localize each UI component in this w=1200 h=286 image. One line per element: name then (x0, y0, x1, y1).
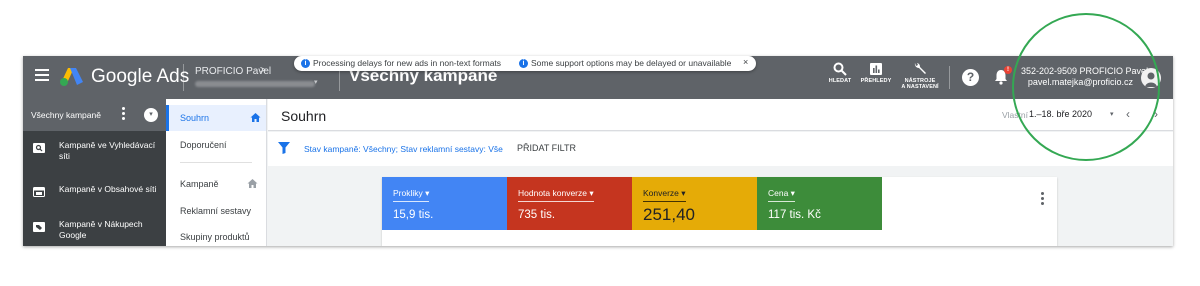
help-icon[interactable]: ? (962, 69, 979, 86)
sidebar-header: Všechny kampaně ▾ (23, 99, 166, 131)
reports-icon (870, 63, 882, 75)
metric-selector[interactable]: Konverze ▾ (643, 188, 686, 202)
metric-card-cost[interactable]: Cena ▾ 117 tis. Kč (757, 177, 882, 230)
shopping-tag-icon (33, 222, 45, 232)
page-menu-item-ad-groups[interactable]: Reklamní sestavy (166, 198, 266, 224)
home-icon (247, 179, 258, 188)
performance-scorecards: Prokliky ▾ 15,9 tis. Hodnota konverze ▾ … (382, 177, 1057, 246)
home-icon (250, 113, 261, 122)
notice-banner: i Processing delays for new ads in non-t… (294, 56, 756, 71)
google-ads-window: Google Ads PROFICIO Pavel > ▾ Všechny ka… (23, 56, 1173, 246)
metric-value: 735 tis. (518, 209, 556, 221)
blurred-account-id (195, 81, 315, 87)
divider (949, 66, 950, 89)
page-menu-item-label: Souhrn (180, 113, 210, 123)
menu-icon[interactable] (35, 69, 49, 81)
page-menu-item-product-groups[interactable]: Skupiny produktů (166, 224, 266, 246)
sidebar-item-shopping-campaigns[interactable]: Kampaně v Nákupech Google (23, 219, 166, 246)
info-icon: i (519, 59, 528, 68)
more-options-icon[interactable] (120, 107, 126, 123)
page-menu-item-label: Reklamní sestavy (180, 206, 252, 216)
tools-label-2: A NASTAVENÍ (901, 84, 939, 90)
divider (183, 64, 184, 91)
active-filters[interactable]: Stav kampaně: Všechny; Stav reklamní ses… (304, 144, 503, 154)
sidebar-item-label: Kampaně v Nákupech Google (59, 219, 143, 240)
metric-value: 117 tis. Kč (768, 209, 821, 221)
page-menu-item-label: Skupiny produktů (180, 232, 250, 242)
page-menu-item-label: Doporučení (180, 140, 227, 150)
search-label: HLEDAT (828, 78, 852, 84)
brand-name[interactable]: Google Ads (91, 66, 189, 88)
account-dropdown-icon[interactable]: ▾ (314, 78, 318, 86)
sidebar-title[interactable]: Všechny kampaně (31, 110, 101, 120)
more-options-icon[interactable] (1041, 192, 1045, 206)
chevron-right-icon: > (260, 65, 266, 76)
divider (180, 162, 252, 163)
close-icon[interactable]: × (743, 57, 748, 67)
metric-selector[interactable]: Cena ▾ (768, 188, 795, 202)
sidebar-item-display-campaigns[interactable]: Kampaně v Obsahové síti (23, 184, 166, 214)
sidebar-item-label: Kampaně ve Vyhledávací síti (59, 140, 156, 161)
search-network-icon (33, 143, 45, 153)
page-menu-item-campaigns[interactable]: Kampaně (166, 171, 266, 197)
metric-card-conversions[interactable]: Konverze ▾ 251,40 (632, 177, 757, 230)
page-menu-item-overview[interactable]: Souhrn (166, 105, 266, 131)
metric-value: 15,9 tis. (393, 209, 434, 221)
page-menu-item-label: Kampaně (180, 179, 219, 189)
reports-button[interactable]: PŘEHLEDY (856, 62, 896, 84)
page-title: Souhrn (281, 108, 327, 124)
wrench-icon (914, 63, 926, 74)
metric-value: 251,40 (643, 205, 695, 224)
metric-card-clicks[interactable]: Prokliky ▾ 15,9 tis. (382, 177, 507, 230)
highlight-circle (1012, 13, 1160, 161)
notice-text[interactable]: Some support options may be delayed or u… (531, 58, 731, 68)
notice-text[interactable]: Processing delays for new ads in non-tex… (313, 58, 501, 68)
metric-selector[interactable]: Hodnota konverze ▾ (518, 188, 594, 202)
google-ads-logo-icon (60, 68, 83, 86)
search-icon (833, 62, 847, 76)
page-menu-item-recommendations[interactable]: Doporučení (166, 132, 266, 158)
reports-label: PŘEHLEDY (860, 78, 892, 84)
sidebar-item-search-campaigns[interactable]: Kampaně ve Vyhledávací síti (23, 140, 166, 170)
add-filter-button[interactable]: PŘIDAT FILTR (517, 143, 576, 153)
display-network-icon (33, 187, 45, 197)
info-icon: i (301, 59, 310, 68)
sidebar-item-label: Kampaně v Obsahové síti (59, 184, 157, 194)
filter-icon[interactable] (278, 142, 290, 154)
metric-selector[interactable]: Prokliky ▾ (393, 188, 430, 202)
tools-settings-button[interactable]: NÁSTROJE A NASTAVENÍ (900, 62, 940, 90)
metric-card-conversion-value[interactable]: Hodnota konverze ▾ 735 tis. (507, 177, 632, 230)
chevron-down-icon[interactable]: ▾ (144, 108, 158, 122)
campaign-sidebar: Všechny kampaně ▾ Kampaně ve Vyhledávací… (23, 99, 166, 246)
notification-badge: ! (1004, 66, 1012, 74)
search-button[interactable]: HLEDAT (820, 62, 860, 84)
page-menu: Souhrn Doporučení Kampaně Reklamní sesta… (166, 99, 267, 246)
